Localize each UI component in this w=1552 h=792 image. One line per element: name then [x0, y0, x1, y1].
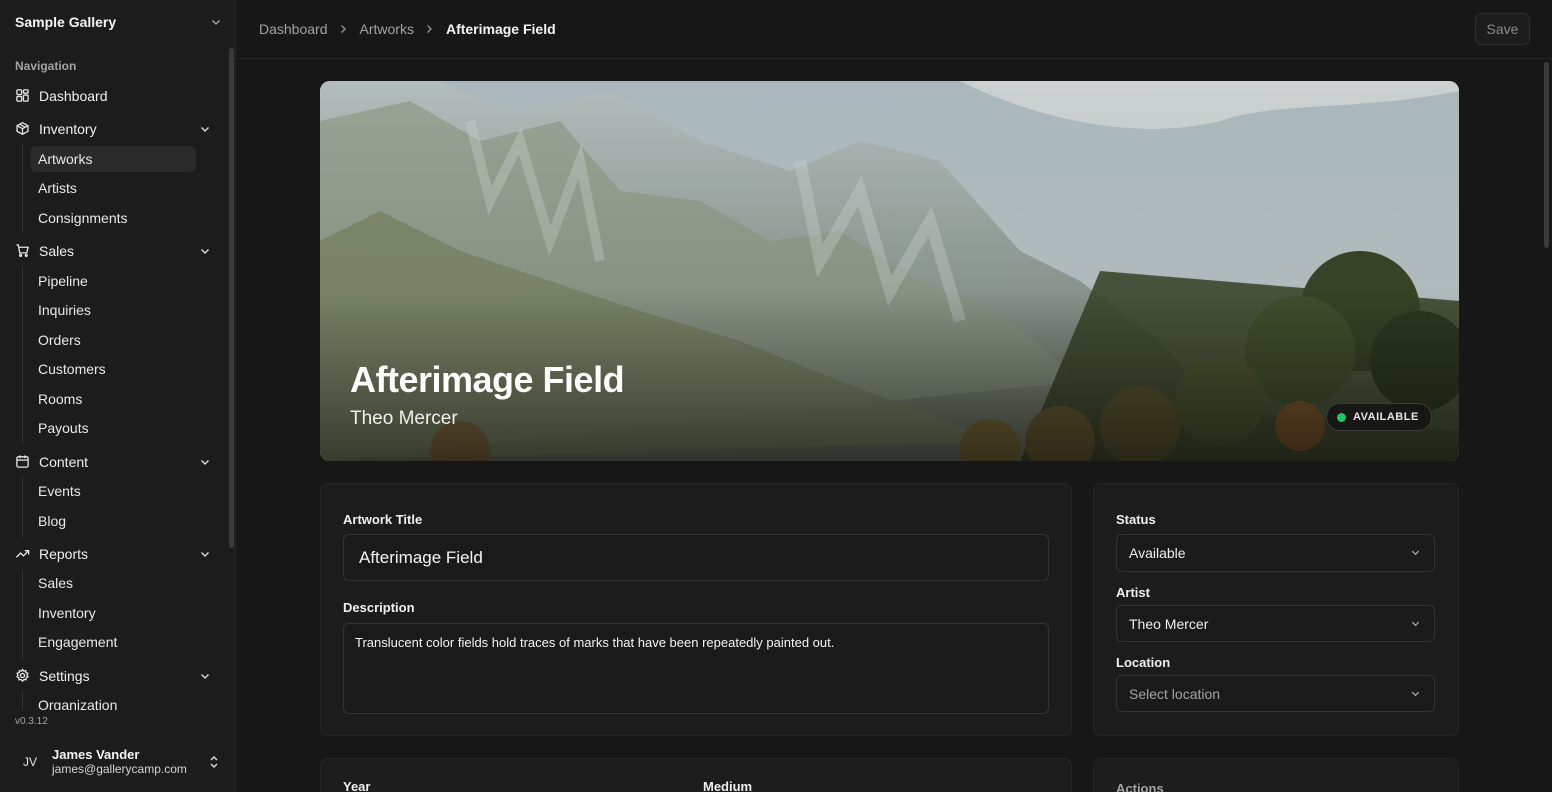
artwork-meta-card: Status Available Artist Theo Mercer Loca…	[1093, 483, 1459, 736]
sidebar-group-label: Content	[39, 454, 89, 470]
status-select[interactable]: Available	[1116, 534, 1435, 572]
sidebar-group-sales[interactable]: Sales	[8, 237, 218, 265]
sidebar-item-inquiries[interactable]: Inquiries	[30, 297, 196, 323]
nav-section-label: Navigation	[15, 59, 77, 73]
sidebar-group-label: Settings	[39, 668, 90, 684]
description-textarea[interactable]: Translucent color fields hold traces of …	[343, 623, 1049, 714]
sidebar-item-engagement[interactable]: Engagement	[30, 629, 196, 655]
topbar: Dashboard Artworks Afterimage Field Save	[237, 0, 1552, 59]
year-label: Year	[343, 779, 371, 792]
sidebar-item-orders[interactable]: Orders	[30, 327, 196, 353]
location-select-placeholder: Select location	[1129, 685, 1221, 702]
sidebar-group-label: Inventory	[39, 121, 97, 137]
status-select-value: Available	[1129, 545, 1186, 561]
calendar-icon	[15, 454, 31, 470]
sidebar-group-reports[interactable]: Reports	[8, 540, 218, 568]
save-button[interactable]: Save	[1475, 13, 1530, 45]
breadcrumb-dashboard[interactable]: Dashboard	[259, 21, 328, 37]
chevron-down-icon	[199, 245, 211, 257]
sidebar-item-label: Dashboard	[39, 88, 108, 104]
medium-label: Medium	[703, 779, 753, 792]
nav-scroll-area: Navigation Dashboard Inventory Artworks …	[0, 50, 226, 710]
tree-line	[22, 691, 23, 710]
chevron-down-icon	[199, 670, 211, 682]
chevron-down-icon	[199, 456, 211, 468]
chevron-right-icon	[423, 22, 437, 36]
sidebar-item-customers[interactable]: Customers	[30, 356, 196, 382]
org-switcher[interactable]: Sample Gallery	[0, 0, 236, 44]
sidebar-scrollbar[interactable]	[229, 48, 234, 548]
sidebar-group-settings[interactable]: Settings	[8, 662, 218, 690]
sidebar-item-artworks[interactable]: Artworks	[30, 146, 196, 172]
status-dot-icon	[1337, 412, 1346, 422]
actions-card: Actions	[1093, 758, 1459, 792]
layout-grid-icon	[15, 88, 31, 104]
breadcrumb-artworks[interactable]: Artworks	[360, 21, 414, 37]
main-scrollbar[interactable]	[1544, 62, 1549, 248]
user-menu[interactable]: JV James Vander james@gallerycamp.com	[8, 740, 228, 784]
artwork-title-label: Artwork Title	[343, 512, 423, 527]
actions-label: Actions	[1116, 781, 1164, 792]
artist-label: Artist	[1116, 585, 1150, 600]
sidebar-item-organization[interactable]: Organization	[30, 692, 196, 710]
chevrons-up-down-icon	[208, 755, 220, 769]
artwork-title-input[interactable]	[343, 534, 1049, 581]
sidebar-item-reports-inventory[interactable]: Inventory	[30, 600, 196, 626]
artwork-hero-artist: Theo Mercer	[350, 408, 458, 429]
artwork-specs-card: Year Medium	[320, 758, 1072, 792]
app-version: v0.3.12	[15, 716, 48, 727]
artwork-hero: Afterimage Field Theo Mercer AVAILABLE	[320, 81, 1459, 461]
artwork-details-card: Artwork Title Description Translucent co…	[320, 483, 1072, 736]
package-icon	[15, 121, 31, 137]
chevron-down-icon	[199, 548, 211, 560]
description-label: Description	[343, 600, 415, 615]
cart-icon	[15, 243, 31, 259]
sidebar-group-label: Sales	[39, 243, 75, 259]
chevron-down-icon	[210, 16, 222, 28]
tree-line	[22, 569, 23, 659]
gear-icon	[15, 668, 31, 684]
sidebar-item-dashboard[interactable]: Dashboard	[8, 82, 218, 110]
sidebar-group-content[interactable]: Content	[8, 448, 218, 476]
sidebar: Sample Gallery Navigation Dashboard Inve…	[0, 0, 236, 792]
sidebar-item-blog[interactable]: Blog	[30, 508, 196, 534]
sidebar-item-payouts[interactable]: Payouts	[30, 415, 196, 441]
chevron-down-icon	[1410, 618, 1422, 630]
avatar: JV	[22, 755, 37, 769]
sidebar-group-label: Reports	[39, 546, 89, 562]
chevron-down-icon	[1410, 547, 1422, 559]
sidebar-item-events[interactable]: Events	[30, 478, 196, 504]
breadcrumb: Dashboard Artworks Afterimage Field	[259, 21, 556, 37]
artwork-hero-title: Afterimage Field	[350, 359, 625, 400]
status-label: Status	[1116, 512, 1156, 527]
user-meta: James Vander james@gallerycamp.com	[52, 747, 208, 777]
tree-line	[22, 477, 23, 537]
status-badge-label: AVAILABLE	[1353, 411, 1419, 423]
breadcrumb-current: Afterimage Field	[445, 21, 556, 37]
chevron-right-icon	[337, 22, 351, 36]
status-badge: AVAILABLE	[1326, 403, 1432, 431]
sidebar-item-pipeline[interactable]: Pipeline	[30, 268, 196, 294]
location-select[interactable]: Select location	[1116, 675, 1435, 712]
sidebar-item-artists[interactable]: Artists	[30, 175, 196, 201]
org-name: Sample Gallery	[15, 14, 117, 30]
sidebar-group-inventory[interactable]: Inventory	[8, 115, 218, 143]
sidebar-item-consignments[interactable]: Consignments	[30, 205, 196, 231]
user-name: James Vander	[52, 747, 140, 762]
artwork-image	[320, 81, 1459, 461]
chevron-down-icon	[199, 123, 211, 135]
user-email: james@gallerycamp.com	[52, 762, 187, 776]
chevron-down-icon	[1410, 688, 1422, 700]
trending-up-icon	[15, 546, 31, 562]
tree-line	[22, 266, 23, 444]
sidebar-item-rooms[interactable]: Rooms	[30, 386, 196, 412]
sidebar-item-reports-sales[interactable]: Sales	[30, 570, 196, 596]
artist-select[interactable]: Theo Mercer	[1116, 605, 1435, 642]
location-label: Location	[1116, 655, 1171, 670]
artist-select-value: Theo Mercer	[1129, 615, 1209, 632]
tree-line	[22, 144, 23, 232]
